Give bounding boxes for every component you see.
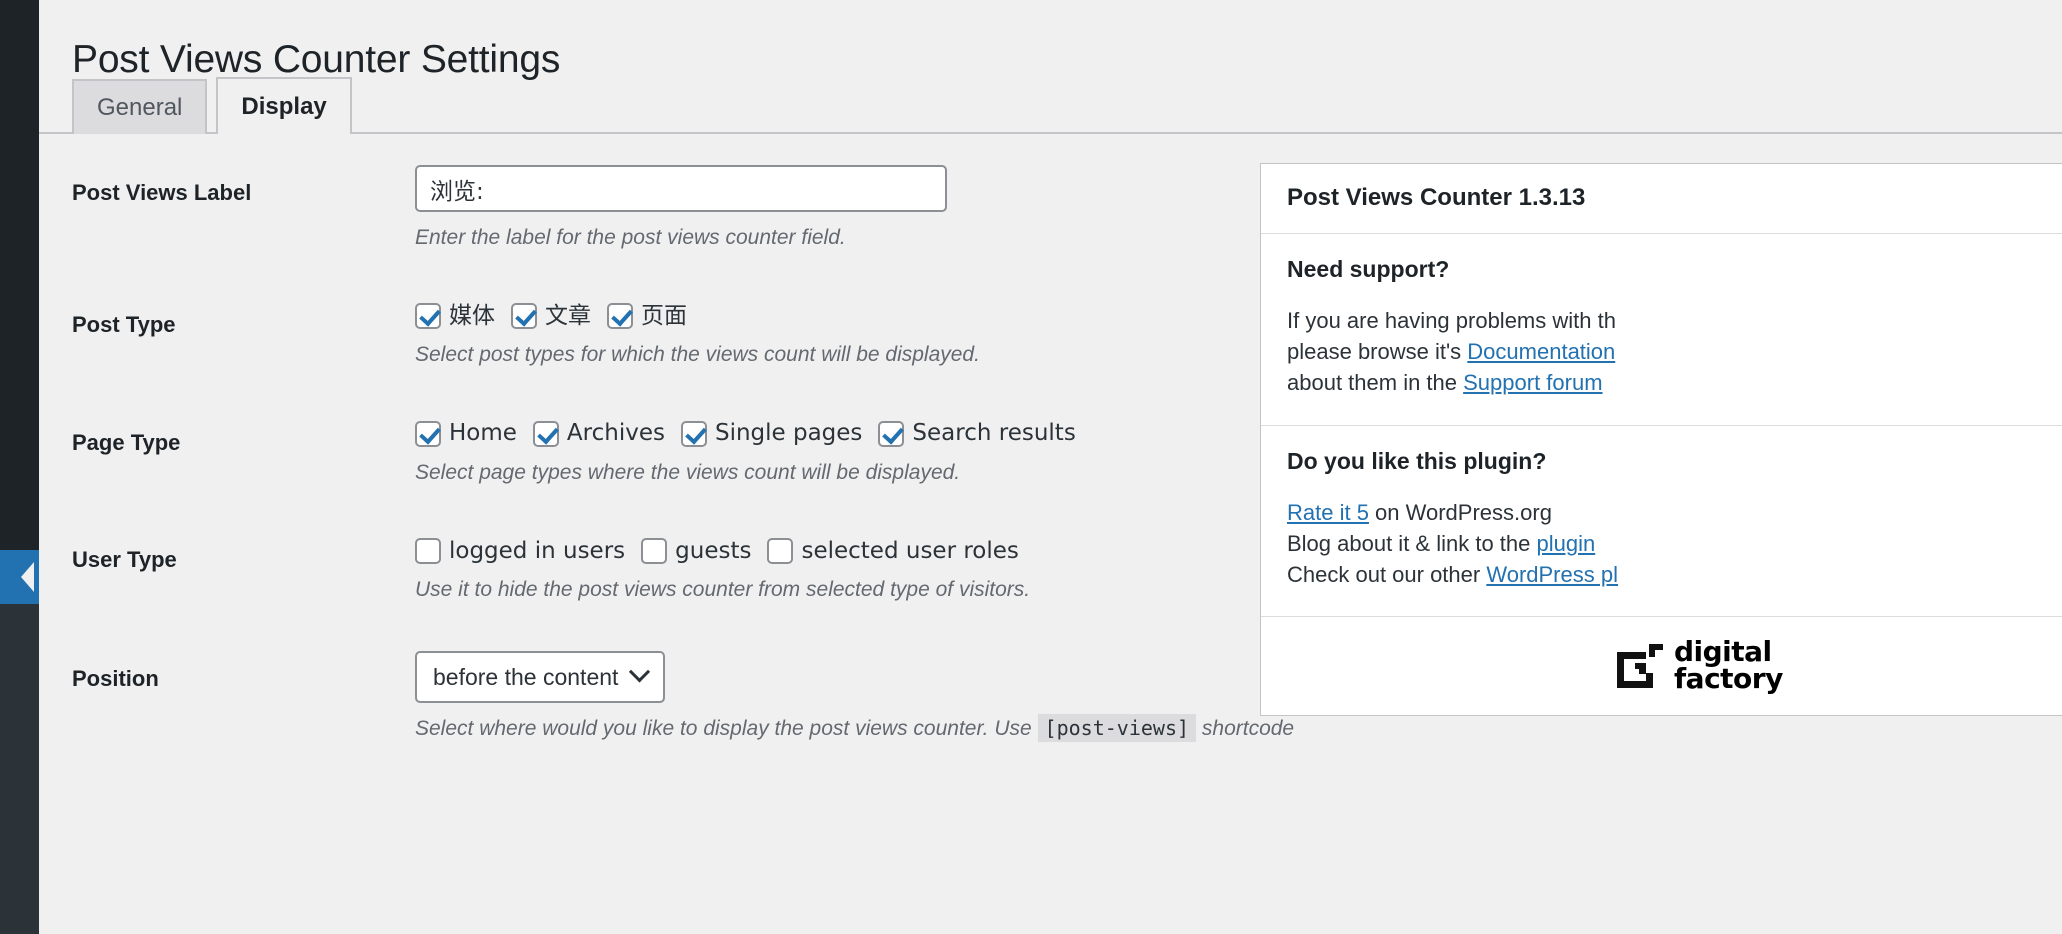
collapse-menu-button[interactable] [0,550,39,604]
checkbox-label: 媒体 [449,302,495,329]
checkbox-icon[interactable] [641,538,668,565]
digital-factory-mark-icon [1616,643,1664,689]
rate-it-5-link[interactable]: Rate it 5 [1287,500,1369,525]
rate-line-rest: on WordPress.org [1368,499,1552,525]
logo-line-2: factory [1674,662,1783,695]
rate-line: Rate it 5 on WordPress.org [1287,497,2036,528]
checkbox-icon[interactable] [878,420,905,447]
position-select-value: before the content [433,663,619,690]
plugin-like-section: Do you like this plugin? Rate it 5 on Wo… [1261,426,2062,618]
support-line-2: please browse it's Documentation [1287,336,2036,367]
support-line-3-text: about them in the [1287,370,1464,396]
checkbox-page-type-archives[interactable]: Archives [532,420,665,447]
position-description: Select where would you like to display t… [415,714,1739,743]
admin-sidebar-rail-lower [0,604,39,934]
post-views-label-input[interactable] [415,165,947,212]
digital-factory-wordmark: digital factory [1674,638,1783,695]
plugin-info-panel: Post Views Counter 1.3.13 Need support? … [1260,163,2062,716]
row-label-post-views-label: Post Views Label [72,180,252,205]
chevron-down-icon [629,661,651,683]
checkbox-label: Home [449,420,517,447]
support-line-2-text: please browse it's [1287,339,1468,365]
checkbox-label: guests [675,537,752,564]
row-label-post-type: Post Type [72,312,176,338]
support-line-3: about them in the Support forum [1287,367,2036,398]
blog-line: Blog about it & link to the plugin [1287,528,2036,559]
plugin-author-logo-box: digital factory [1261,617,2062,714]
row-label-user-type: User Type [72,547,177,573]
plugin-support-section: Need support? If you are having problems… [1261,234,2062,426]
checkbox-user-type-selected-user-roles[interactable]: selected user roles [767,537,1019,565]
checkbox-label: Archives [566,420,665,447]
row-label-page-type: Page Type [72,429,181,455]
settings-tabs: General Display [72,77,361,134]
checkbox-label: selected user roles [801,537,1019,564]
check-line-text: Check out our other [1287,562,1487,588]
chevron-left-icon [21,562,34,592]
checkbox-icon[interactable] [532,420,559,447]
page-title: Post Views Counter Settings [72,38,561,82]
checkbox-label: Search results [912,420,1076,447]
tab-general[interactable]: General [72,79,208,134]
checkbox-icon[interactable] [767,538,794,565]
plugin-info-title: Post Views Counter 1.3.13 [1287,184,1586,211]
like-heading: Do you like this plugin? [1287,447,1547,474]
checkbox-icon[interactable] [607,303,633,330]
checkbox-page-type-single-pages[interactable]: Single pages [680,420,863,447]
checkbox-label: 文章 [545,302,591,329]
row-label-position: Position [72,666,159,692]
position-description-post: shortcode [1201,717,1295,741]
position-select[interactable]: before the content [415,651,666,704]
blog-line-text: Blog about it & link to the [1287,530,1537,556]
plugin-info-header: Post Views Counter 1.3.13 [1261,164,2062,234]
checkbox-page-type-search-results[interactable]: Search results [878,420,1076,447]
checkbox-user-type-logged-in-users[interactable]: logged in users [415,537,626,565]
checkbox-page-type-home[interactable]: Home [415,420,517,447]
content-wrap: Post Views Counter Settings General Disp… [39,0,2062,934]
checkbox-user-type-guests[interactable]: guests [641,537,752,565]
support-forum-link[interactable]: Support forum [1463,370,1602,395]
documentation-link[interactable]: Documentation [1467,339,1615,364]
checkbox-label: logged in users [449,537,626,564]
support-line-1: If you are having problems with th [1287,308,1616,333]
admin-page: Post Views Counter Settings General Disp… [0,0,2062,934]
checkbox-icon[interactable] [511,303,537,330]
checkbox-icon[interactable] [415,303,441,330]
tab-display[interactable]: Display [216,77,352,134]
position-shortcode: [post-views] [1037,714,1197,743]
checkbox-icon[interactable] [415,420,441,447]
checkbox-label: Single pages [714,420,863,447]
checkbox-post-type-post[interactable]: 文章 [511,302,591,330]
checkbox-icon[interactable] [415,538,441,565]
digital-factory-logo: digital factory [1616,638,1783,695]
checkbox-label: 页面 [641,302,687,329]
checkbox-post-type-page[interactable]: 页面 [607,302,687,330]
plugin-link[interactable]: plugin [1537,531,1596,556]
wordpress-plugins-link[interactable]: WordPress pl [1486,562,1618,587]
position-description-pre: Select where would you like to display t… [415,717,1032,741]
checkbox-post-type-media[interactable]: 媒体 [415,302,495,330]
support-heading: Need support? [1287,256,1450,282]
check-line: Check out our other WordPress pl [1287,559,2036,590]
checkbox-icon[interactable] [680,420,707,447]
